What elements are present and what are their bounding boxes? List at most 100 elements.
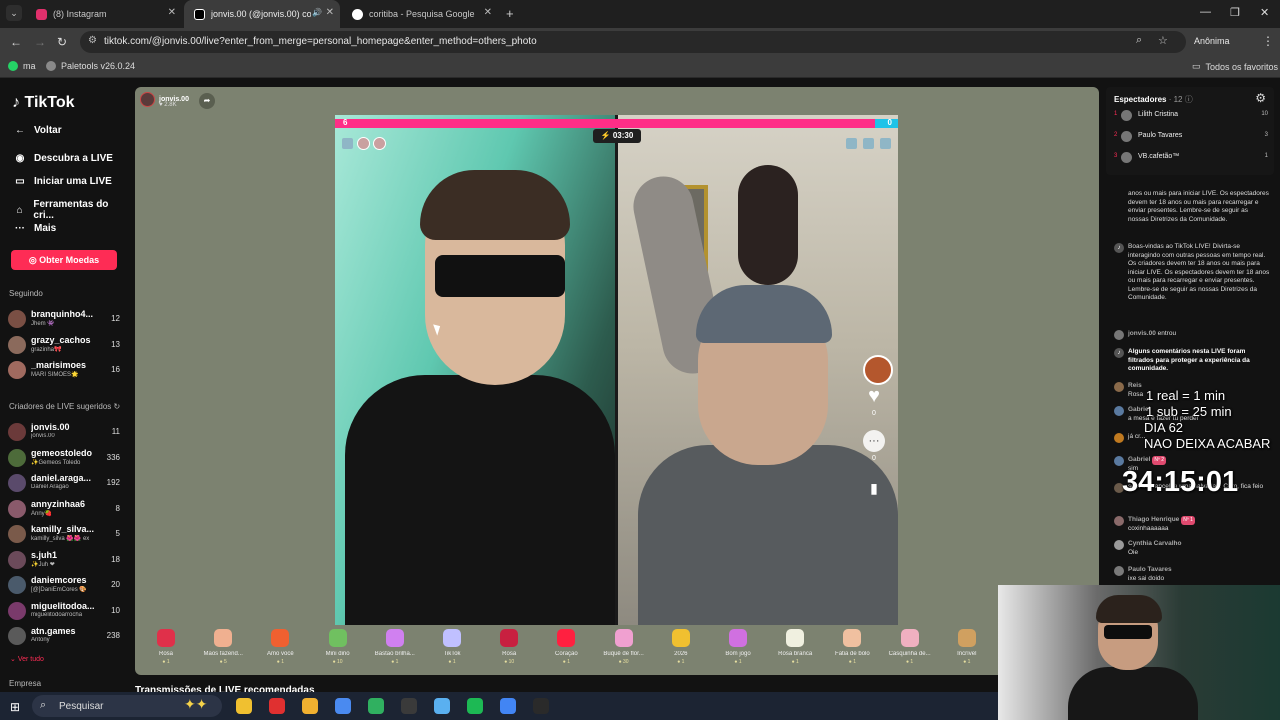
avatar[interactable]	[8, 423, 26, 441]
avatar[interactable]	[8, 627, 26, 645]
avatar[interactable]	[8, 448, 26, 467]
viewer-avatar[interactable]	[1121, 152, 1132, 163]
viewer-row[interactable]: 1 Lilith Cristina 10	[1114, 109, 1268, 123]
close-window-icon[interactable]: ✕	[1260, 6, 1269, 19]
tab-google[interactable]: coritiba - Pesquisa Google ✕	[342, 0, 498, 28]
bookmark-icon[interactable]: ▮	[863, 477, 885, 499]
bookmark-whatsapp[interactable]: ma	[8, 61, 36, 71]
gift-item[interactable]: Amo você ● 1	[251, 629, 309, 665]
user-avatar[interactable]	[1114, 382, 1124, 392]
taskbar-app-icon[interactable]	[533, 698, 549, 714]
gift-item[interactable]: Bastão brilha... ● 1	[366, 629, 424, 665]
chat-username[interactable]: jonvis.00	[1128, 330, 1156, 337]
gift-item[interactable]: Incrível ● 1	[938, 629, 996, 665]
all-bookmarks[interactable]: ▭ Todos os favoritos	[1192, 61, 1278, 72]
see-all-link[interactable]: ⌄ Ver tudo	[10, 655, 44, 663]
user-avatar[interactable]	[1114, 406, 1124, 416]
get-coins-button[interactable]: ◎ Obter Moedas	[11, 250, 117, 270]
chat-username[interactable]: Gabriel	[1128, 456, 1150, 463]
chat-username[interactable]: Thiago Henrique	[1128, 516, 1179, 523]
sidebar-item-creator-tools[interactable]: ⌂ Ferramentas do cri...	[12, 199, 128, 221]
company-title[interactable]: Empresa	[9, 679, 41, 688]
zoom-icon[interactable]: ⌕	[1136, 34, 1142, 47]
user-avatar[interactable]	[1114, 456, 1124, 466]
avatar[interactable]	[8, 576, 26, 594]
sidebar-item-discover-live[interactable]: ◉ Descubra a LIVE	[12, 153, 113, 164]
viewer-avatar[interactable]	[1121, 110, 1132, 121]
taskbar-app-icon[interactable]	[269, 698, 285, 714]
url-field[interactable]: ⚙ tiktok.com/@jonvis.00/live?enter_from_…	[80, 31, 1186, 53]
heart-icon[interactable]: ♥	[863, 385, 885, 407]
user-avatar[interactable]	[1114, 330, 1124, 340]
taskbar-app-icon[interactable]	[368, 698, 384, 714]
tab-instagram[interactable]: (8) Instagram ✕	[26, 0, 182, 28]
gift-item[interactable]: Buquê de flor... ● 30	[595, 629, 653, 665]
comment-icon[interactable]: ···	[863, 430, 885, 452]
new-tab-icon[interactable]: +	[506, 6, 514, 21]
gift-item[interactable]: Coração ● 1	[537, 629, 595, 665]
reload-icon[interactable]: ↻	[57, 35, 67, 49]
gift-item[interactable]: Rosa branca ● 1	[766, 629, 824, 665]
restore-icon[interactable]: ❐	[1230, 6, 1240, 19]
taskbar-app-icon[interactable]	[302, 698, 318, 714]
avatar[interactable]	[8, 601, 26, 620]
close-icon[interactable]: ✕	[168, 7, 176, 18]
gift-item[interactable]: Casquinha de... ● 1	[881, 629, 939, 665]
menu-icon[interactable]: ⋮	[1262, 34, 1274, 48]
user-avatar[interactable]	[1114, 516, 1124, 526]
close-icon[interactable]: ✕	[326, 7, 334, 18]
refresh-icon[interactable]: ↻	[114, 402, 121, 411]
supporter-badge[interactable]	[880, 138, 891, 149]
gift-item[interactable]: Mãos fazend... ● 5	[194, 629, 252, 665]
battle-video[interactable]: 6 0 ⚡ 03:30 ♥ 0 ··· 0 ▮	[335, 115, 898, 625]
supporter-badge[interactable]	[342, 138, 353, 149]
save-control[interactable]: ▮	[863, 477, 885, 499]
gift-item[interactable]: 2026 ● 1	[652, 629, 710, 665]
sidebar-item-start-live[interactable]: ▭ Iniciar uma LIVE	[12, 176, 112, 187]
host-info[interactable]: jonvis.00 ♥ 2.8K	[140, 92, 189, 108]
gift-item[interactable]: Fatia de bolo ● 1	[823, 629, 881, 665]
tab-search-button[interactable]: ⌄	[6, 5, 22, 21]
sidebar-account[interactable]: jonvis.00 jonvis.00 11	[8, 421, 123, 443]
sidebar-account[interactable]: s.juh1 ✨Juh ❤ 18	[8, 549, 123, 571]
chat-message[interactable]: Paulo Tavares ixe sai doido	[1114, 566, 1270, 583]
chat-username[interactable]: Reis	[1128, 382, 1142, 389]
minimize-icon[interactable]: —	[1200, 6, 1211, 18]
back-icon[interactable]: ←	[10, 35, 22, 49]
taskbar-app-icon[interactable]	[335, 698, 351, 714]
supporter-badge[interactable]	[863, 138, 874, 149]
bookmark-star-icon[interactable]: ☆	[1158, 34, 1168, 47]
incognito-label[interactable]: Anônima	[1194, 36, 1230, 46]
viewer-avatar[interactable]	[1121, 131, 1132, 142]
supporter-avatar[interactable]	[373, 137, 386, 150]
sidebar-item-more[interactable]: ··· Mais	[12, 223, 56, 234]
gift-item[interactable]: Rosa ● 1	[137, 629, 195, 665]
sidebar-account[interactable]: _marisimoes MARI SIMÕES🌟 16	[8, 359, 123, 381]
taskbar-app-icon[interactable]	[467, 698, 483, 714]
sidebar-account[interactable]: kamilly_silva... kamilly_silva 🌺🌺 ex 5	[8, 523, 123, 545]
like-control[interactable]: ♥ 0	[863, 385, 885, 417]
viewer-name[interactable]: Lilith Cristina	[1138, 111, 1178, 118]
chat-message[interactable]: Thiago Henrique Nº 1 coxinhaaaaaa	[1114, 516, 1270, 533]
sidebar-account[interactable]: daniemcores [@]DaniEmCores 🎨 20	[8, 574, 123, 596]
speaker-icon[interactable]: 🔊	[312, 8, 322, 17]
avatar[interactable]	[8, 310, 26, 328]
taskbar-app-icon[interactable]	[434, 698, 450, 714]
windows-start-icon[interactable]: ⊞	[10, 700, 20, 714]
viewer-name[interactable]: Paulo Tavares	[1138, 132, 1182, 139]
viewer-row[interactable]: 3 VB.cafetão™ 1	[1114, 151, 1268, 165]
share-icon[interactable]: ➦	[199, 93, 215, 109]
avatar[interactable]	[8, 525, 26, 543]
tab-tiktok[interactable]: jonvis.00 (@jonvis.00) come 🔊 ✕	[184, 0, 340, 28]
sidebar-account[interactable]: gemeostoledo ✨Gemeos Toledo 336	[8, 447, 123, 469]
viewer-row[interactable]: 2 Paulo Tavares 3	[1114, 130, 1268, 144]
user-avatar[interactable]	[1114, 540, 1124, 550]
site-info-icon[interactable]: ⚙	[88, 35, 97, 46]
chat-message[interactable]: Cynthia Carvalho Oie	[1114, 540, 1270, 557]
back-link[interactable]: ← Voltar	[12, 125, 62, 136]
user-avatar[interactable]	[1114, 433, 1124, 443]
forward-icon[interactable]: →	[34, 35, 46, 49]
gift-item[interactable]: Bom jogo ● 1	[709, 629, 767, 665]
tiktok-logo[interactable]: ♪ TikTok	[12, 94, 75, 112]
supporter-avatar[interactable]	[357, 137, 370, 150]
